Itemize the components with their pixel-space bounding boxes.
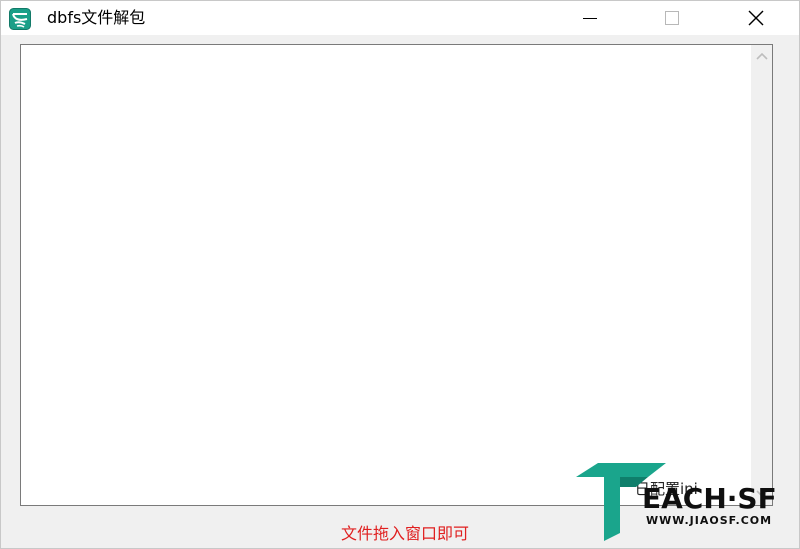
close-icon <box>748 10 764 26</box>
watermark-url: WWW.JIAOSF.COM <box>646 514 773 527</box>
minimize-button[interactable] <box>567 1 613 35</box>
minimize-icon <box>583 18 597 19</box>
title-bar[interactable]: dbfs文件解包 <box>1 1 799 35</box>
scroll-up-button[interactable] <box>751 45 772 67</box>
app-window: dbfs文件解包 已配置ini 文件拖入窗口即可 EACH·SF WWW.JIA… <box>0 0 800 549</box>
maximize-icon <box>665 11 679 25</box>
chevron-up-icon <box>755 52 768 60</box>
app-logo-icon <box>9 8 31 30</box>
maximize-button[interactable] <box>649 1 695 35</box>
drop-text-area[interactable] <box>20 44 773 506</box>
vertical-scrollbar[interactable] <box>751 45 772 505</box>
watermark-word: EACH·SF <box>642 482 777 515</box>
window-title: dbfs文件解包 <box>47 8 146 27</box>
close-button[interactable] <box>733 1 779 35</box>
watermark-logo: EACH·SF WWW.JIAOSF.COM <box>576 459 777 541</box>
drop-hint-text: 文件拖入窗口即可 <box>340 524 469 543</box>
text-content[interactable] <box>21 45 751 505</box>
